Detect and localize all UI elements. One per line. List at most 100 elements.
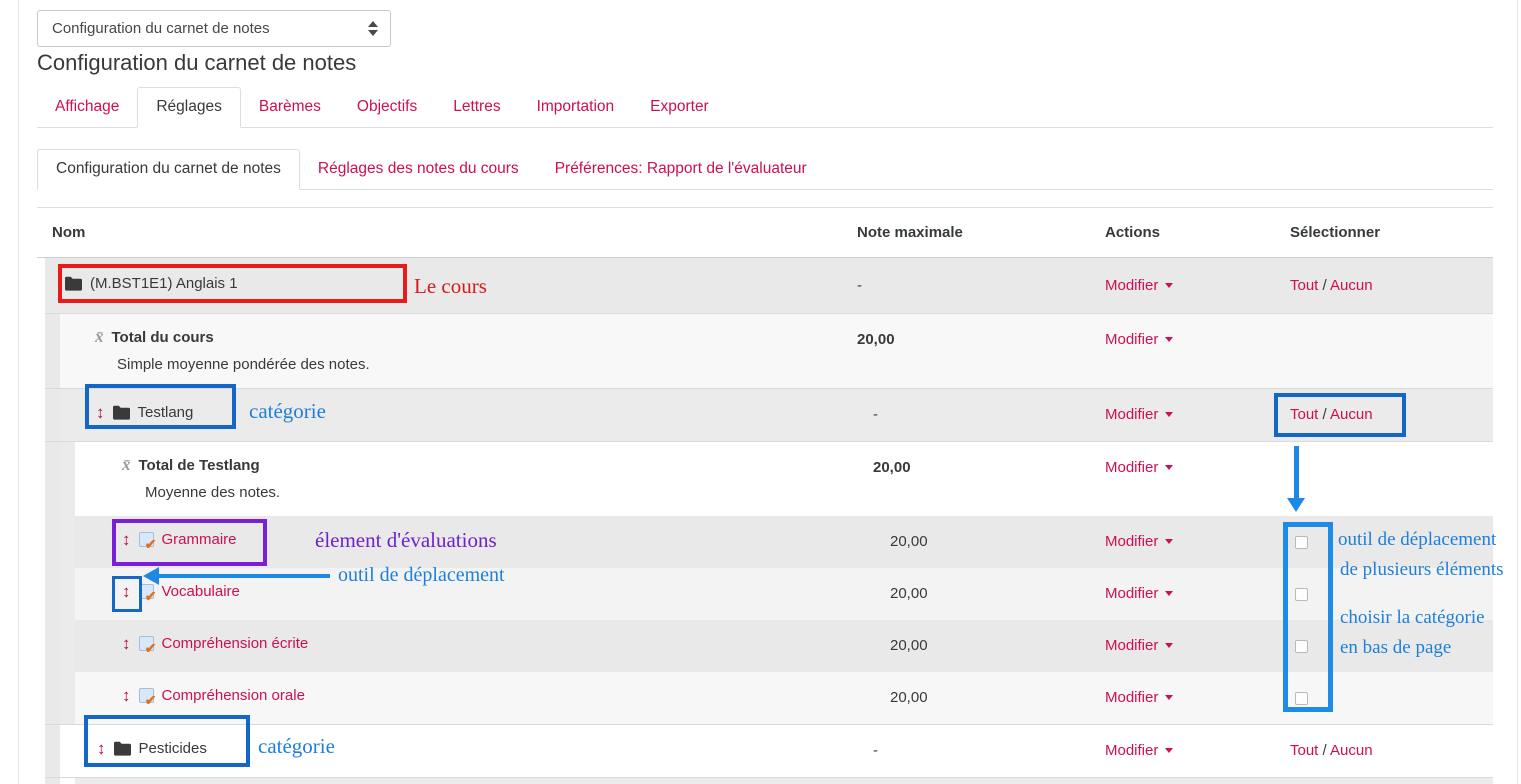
move-icon[interactable]: ↕ bbox=[122, 687, 131, 704]
tab-objectifs[interactable]: Objectifs bbox=[339, 88, 435, 127]
primary-tabs: Affichage Réglages Barèmes Objectifs Let… bbox=[37, 86, 1493, 128]
grade-item-icon: ✔ bbox=[139, 532, 154, 547]
table-row-item-comprehension-ecrite: ↕ ✔ Compréhension écrite 20,00 Modifier bbox=[0, 620, 1521, 672]
item-name-cell: ↕ ✔ Grammaire bbox=[122, 531, 237, 548]
page-title: Configuration du carnet de notes bbox=[37, 50, 356, 76]
tab-reglages[interactable]: Réglages bbox=[137, 87, 241, 128]
tab-baremes[interactable]: Barèmes bbox=[241, 88, 339, 127]
subtab-configuration[interactable]: Configuration du carnet de notes bbox=[37, 149, 300, 190]
tab-affichage[interactable]: Affichage bbox=[37, 88, 137, 127]
category-max-grade: - bbox=[873, 406, 878, 423]
category-name-cell: ↕ Testlang bbox=[96, 404, 193, 421]
modifier-link[interactable]: Modifier bbox=[1105, 459, 1158, 476]
course-total-aggregation: Simple moyenne pondérée des notes. bbox=[117, 356, 370, 373]
select-item-checkbox[interactable] bbox=[1295, 588, 1308, 601]
tab-importation[interactable]: Importation bbox=[519, 88, 633, 127]
item-name-link[interactable]: Compréhension orale bbox=[162, 687, 305, 704]
move-icon[interactable]: ↕ bbox=[122, 531, 131, 548]
category-total-name: Total de Testlang bbox=[139, 457, 260, 474]
select-all-link[interactable]: Tout bbox=[1290, 406, 1318, 423]
select-all-link[interactable]: Tout bbox=[1290, 742, 1318, 759]
col-header-nom: Nom bbox=[52, 224, 85, 241]
course-total-name-cell: x̄ Total du cours bbox=[95, 327, 214, 347]
table-row-category-pesticides: ↕ Pesticides - Modifier Tout / Aucun bbox=[0, 724, 1521, 777]
category-name-cell: ↕ Pesticides bbox=[97, 740, 207, 757]
select-none-link[interactable]: Aucun bbox=[1330, 277, 1373, 294]
item-name-link[interactable]: Compréhension écrite bbox=[162, 635, 309, 652]
col-header-selectionner: Sélectionner bbox=[1290, 224, 1380, 241]
category-actions-cell: Modifier bbox=[1105, 742, 1173, 759]
move-icon[interactable]: ↕ bbox=[97, 740, 106, 757]
modifier-link[interactable]: Modifier bbox=[1105, 585, 1158, 602]
item-name-link[interactable]: Grammaire bbox=[162, 531, 237, 548]
gradebook-view-select[interactable]: Configuration du carnet de notes bbox=[37, 10, 391, 47]
down-arrow-head bbox=[1287, 498, 1305, 512]
table-header: Nom Note maximale Actions Sélectionner bbox=[37, 207, 1493, 258]
table-row-partial bbox=[0, 777, 1521, 784]
modifier-link[interactable]: Modifier bbox=[1105, 742, 1158, 759]
select-none-link[interactable]: Aucun bbox=[1330, 742, 1373, 759]
item-max-grade: 20,00 bbox=[890, 585, 928, 602]
chevron-down-icon bbox=[1165, 643, 1173, 648]
table-row-item-comprehension-orale: ↕ ✔ Compréhension orale 20,00 Modifier bbox=[0, 672, 1521, 724]
tab-exporter[interactable]: Exporter bbox=[632, 88, 727, 127]
modifier-link[interactable]: Modifier bbox=[1105, 406, 1158, 423]
chevron-down-icon bbox=[1165, 539, 1173, 544]
chevron-down-icon bbox=[1165, 465, 1173, 470]
select-all-link[interactable]: Tout bbox=[1290, 277, 1318, 294]
item-max-grade: 20,00 bbox=[890, 637, 928, 654]
category-total-actions-cell: Modifier bbox=[1105, 459, 1173, 476]
item-actions-cell: Modifier bbox=[1105, 585, 1173, 602]
modifier-link[interactable]: Modifier bbox=[1105, 277, 1158, 294]
item-actions-cell: Modifier bbox=[1105, 689, 1173, 706]
left-arrow-icon bbox=[158, 574, 330, 578]
category-actions-cell: Modifier bbox=[1105, 406, 1173, 423]
chevron-down-icon bbox=[1165, 337, 1173, 342]
course-actions-cell: Modifier bbox=[1105, 277, 1173, 294]
chevron-down-icon bbox=[1165, 591, 1173, 596]
select-separator: / bbox=[1323, 277, 1327, 294]
folder-icon bbox=[65, 276, 82, 291]
grade-item-icon: ✔ bbox=[139, 636, 154, 651]
item-name-cell: ↕ ✔ Compréhension orale bbox=[122, 687, 305, 704]
course-total-name: Total du cours bbox=[112, 329, 214, 346]
category-name-link[interactable]: Pesticides bbox=[139, 740, 207, 757]
chevron-down-icon bbox=[1165, 695, 1173, 700]
grade-item-icon: ✔ bbox=[139, 584, 154, 599]
subtab-reglages-notes-cours[interactable]: Réglages des notes du cours bbox=[300, 150, 537, 189]
tab-lettres[interactable]: Lettres bbox=[435, 88, 518, 127]
move-icon[interactable]: ↕ bbox=[122, 583, 131, 600]
move-icon[interactable]: ↕ bbox=[96, 404, 105, 421]
modifier-link[interactable]: Modifier bbox=[1105, 533, 1158, 550]
gradebook-view-select-value: Configuration du carnet de notes bbox=[52, 20, 368, 37]
mean-icon: x̄ bbox=[122, 455, 131, 475]
table-row-course-total: x̄ Total du cours Simple moyenne pondéré… bbox=[0, 313, 1521, 388]
modifier-link[interactable]: Modifier bbox=[1105, 689, 1158, 706]
category-max-grade: - bbox=[873, 742, 878, 759]
category-name-link[interactable]: Testlang bbox=[138, 404, 194, 421]
select-item-checkbox[interactable] bbox=[1295, 640, 1308, 653]
item-actions-cell: Modifier bbox=[1105, 533, 1173, 550]
subtab-preferences-rapport[interactable]: Préférences: Rapport de l'évaluateur bbox=[537, 150, 825, 189]
select-item-checkbox[interactable] bbox=[1295, 692, 1308, 705]
item-name-link[interactable]: Vocabulaire bbox=[162, 583, 240, 600]
folder-icon bbox=[114, 741, 131, 756]
table-row-item-grammaire: ↕ ✔ Grammaire 20,00 Modifier bbox=[0, 516, 1521, 568]
category-select-cell: Tout / Aucun bbox=[1290, 742, 1373, 759]
grade-item-icon: ✔ bbox=[139, 688, 154, 703]
select-none-link[interactable]: Aucun bbox=[1330, 406, 1373, 423]
item-name-cell: ↕ ✔ Vocabulaire bbox=[122, 583, 240, 600]
chevron-down-icon bbox=[1165, 412, 1173, 417]
select-item-checkbox[interactable] bbox=[1295, 536, 1308, 549]
modifier-link[interactable]: Modifier bbox=[1105, 331, 1158, 348]
move-icon[interactable]: ↕ bbox=[122, 635, 131, 652]
secondary-tabs: Configuration du carnet de notes Réglage… bbox=[37, 147, 1493, 190]
category-select-cell: Tout / Aucun bbox=[1290, 406, 1373, 423]
col-header-note-maximale: Note maximale bbox=[857, 224, 963, 241]
chevron-down-icon bbox=[1165, 748, 1173, 753]
course-name-link[interactable]: (M.BST1E1) Anglais 1 bbox=[90, 275, 238, 292]
category-total-max-grade: 20,00 bbox=[873, 459, 911, 476]
course-max-grade: - bbox=[857, 277, 862, 294]
item-max-grade: 20,00 bbox=[890, 533, 928, 550]
modifier-link[interactable]: Modifier bbox=[1105, 637, 1158, 654]
